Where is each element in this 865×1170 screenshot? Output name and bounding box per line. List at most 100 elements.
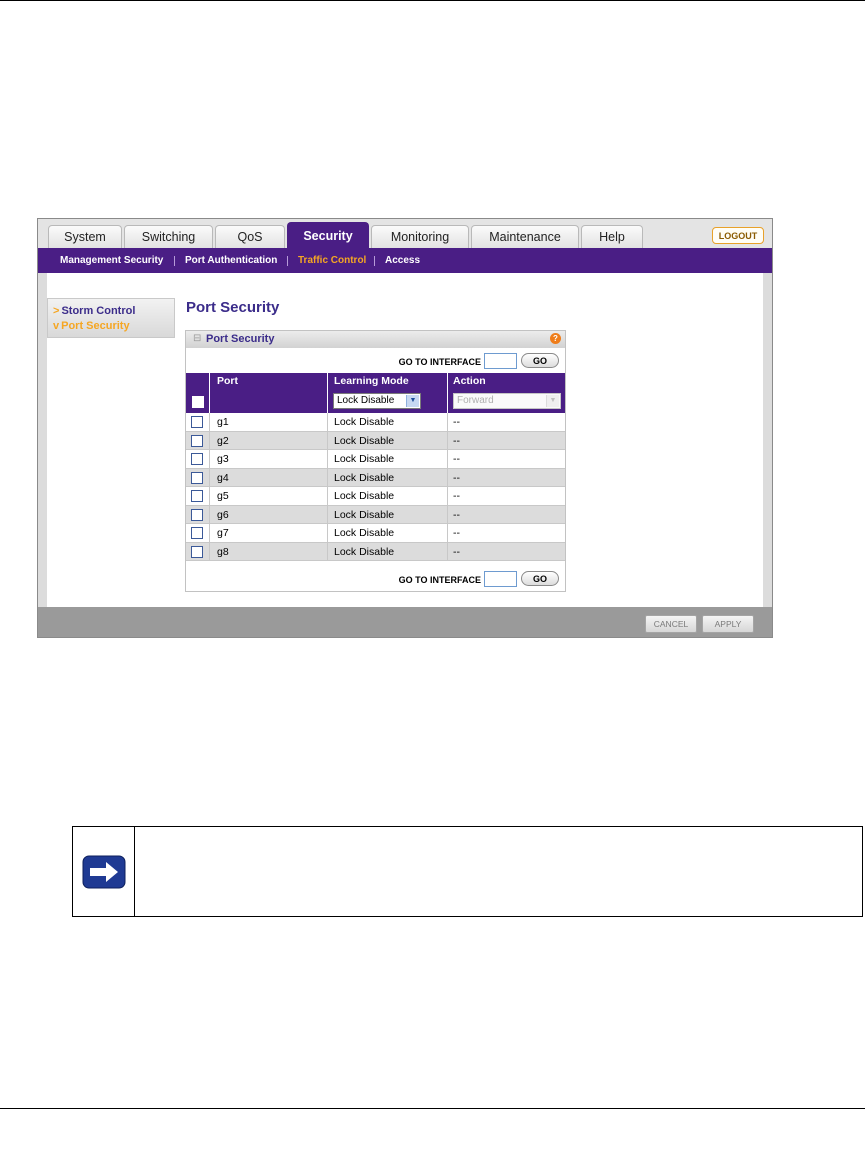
cell-port: g6 — [217, 508, 229, 521]
column-divider — [447, 413, 448, 432]
row-checkbox[interactable] — [191, 416, 203, 428]
note-box — [72, 826, 863, 917]
goto-interface-input[interactable] — [484, 353, 517, 369]
cell-port: g1 — [217, 416, 229, 428]
main-tab-bar: System Switching QoS Security Monitoring… — [38, 219, 772, 249]
table-row: g5 Lock Disable -- — [186, 487, 565, 506]
page-bottom-rule — [0, 1108, 865, 1109]
row-checkbox[interactable] — [191, 508, 203, 521]
apply-button[interactable]: APPLY — [702, 615, 754, 633]
right-arrow-icon — [82, 855, 126, 889]
column-divider — [447, 389, 448, 413]
goto-interface-bottom: GO TO INTERFACE GO — [186, 571, 565, 589]
leftnav-storm-control[interactable]: > Storm Control — [53, 305, 135, 317]
column-divider — [209, 373, 210, 389]
cell-action: -- — [453, 471, 460, 484]
port-security-panel: ⊟ Port Security ? GO TO INTERFACE GO Por… — [185, 330, 566, 592]
tab-qos[interactable]: QoS — [215, 225, 285, 248]
action-select-value: Forward — [457, 395, 494, 406]
chevron-down-icon: ▼ — [546, 395, 559, 407]
tab-switching[interactable]: Switching — [124, 225, 213, 248]
table-row: g7 Lock Disable -- — [186, 524, 565, 543]
left-gutter — [38, 273, 47, 607]
learning-mode-select-value: Lock Disable — [337, 395, 395, 406]
column-divider — [327, 413, 328, 432]
cell-port: g7 — [217, 527, 229, 539]
cell-port: g5 — [217, 490, 229, 502]
row-checkbox[interactable] — [191, 490, 203, 502]
subnav-access[interactable]: Access — [385, 248, 420, 273]
column-header-action: Action — [453, 375, 486, 387]
cell-port: g3 — [217, 453, 229, 465]
column-divider — [447, 450, 448, 469]
table-row: g2 Lock Disable -- — [186, 431, 565, 450]
cell-learning-mode: Lock Disable — [334, 527, 395, 539]
column-divider — [209, 431, 210, 450]
cell-action: -- — [453, 545, 460, 558]
page-title: Port Security — [186, 299, 280, 316]
action-select[interactable]: Forward ▼ — [453, 393, 561, 409]
row-checkbox[interactable] — [191, 527, 203, 539]
subnav-separator — [174, 256, 175, 266]
cell-action: -- — [453, 527, 460, 539]
column-divider — [327, 542, 328, 561]
table-row: g6 Lock Disable -- — [186, 505, 565, 524]
cell-learning-mode: Lock Disable — [334, 434, 395, 447]
cell-action: -- — [453, 416, 460, 428]
column-divider — [447, 487, 448, 506]
select-all-checkbox[interactable] — [192, 396, 204, 408]
column-divider — [327, 468, 328, 487]
subnav-management-security[interactable]: Management Security — [60, 248, 163, 273]
subnav-separator — [374, 256, 375, 266]
learning-mode-select[interactable]: Lock Disable ▼ — [333, 393, 421, 409]
column-divider — [209, 505, 210, 524]
table-row: g1 Lock Disable -- — [186, 413, 565, 432]
cell-action: -- — [453, 434, 460, 447]
collapse-icon[interactable]: ⊟ — [193, 333, 201, 344]
go-button[interactable]: GO — [521, 571, 559, 586]
column-divider — [327, 373, 328, 389]
row-checkbox[interactable] — [191, 545, 203, 558]
column-divider — [209, 389, 210, 413]
cell-action: -- — [453, 490, 460, 502]
column-divider — [447, 373, 448, 389]
tab-system[interactable]: System — [48, 225, 122, 248]
panel-header: ⊟ Port Security ? — [186, 331, 565, 348]
left-nav-menu: > Storm Control v Port Security — [47, 298, 175, 338]
column-divider — [447, 505, 448, 524]
goto-interface-label: GO TO INTERFACE — [398, 357, 481, 367]
row-checkbox[interactable] — [191, 434, 203, 447]
column-divider — [327, 505, 328, 524]
subnav-port-authentication[interactable]: Port Authentication — [185, 248, 277, 273]
goto-interface-top: GO TO INTERFACE GO — [186, 353, 565, 371]
table-control-row: Lock Disable ▼ Forward ▼ — [186, 389, 565, 413]
go-button[interactable]: GO — [521, 353, 559, 368]
column-divider — [327, 431, 328, 450]
cancel-button[interactable]: CANCEL — [645, 615, 697, 633]
goto-interface-input[interactable] — [484, 571, 517, 587]
row-checkbox[interactable] — [191, 453, 203, 465]
subnav-traffic-control[interactable]: Traffic Control — [298, 248, 366, 273]
help-icon[interactable]: ? — [550, 333, 561, 344]
row-checkbox[interactable] — [191, 471, 203, 484]
column-divider — [327, 487, 328, 506]
panel-title: Port Security — [206, 333, 275, 345]
tab-maintenance[interactable]: Maintenance — [471, 225, 579, 248]
cell-action: -- — [453, 453, 460, 465]
tab-help[interactable]: Help — [581, 225, 643, 248]
cell-port: g2 — [217, 434, 229, 447]
cell-action: -- — [453, 508, 460, 521]
column-divider — [447, 468, 448, 487]
column-divider — [209, 542, 210, 561]
leftnav-port-security-label: Port Security — [61, 320, 130, 332]
tab-security[interactable]: Security — [287, 222, 369, 249]
leftnav-port-security[interactable]: v Port Security — [53, 320, 130, 332]
leftnav-storm-control-label: Storm Control — [61, 305, 136, 317]
column-divider — [447, 542, 448, 561]
tab-monitoring[interactable]: Monitoring — [371, 225, 469, 248]
right-gutter — [763, 273, 772, 607]
column-divider — [327, 524, 328, 543]
logout-button[interactable]: LOGOUT — [712, 227, 764, 244]
subnav-separator — [287, 256, 288, 266]
table-row: g3 Lock Disable -- — [186, 450, 565, 469]
